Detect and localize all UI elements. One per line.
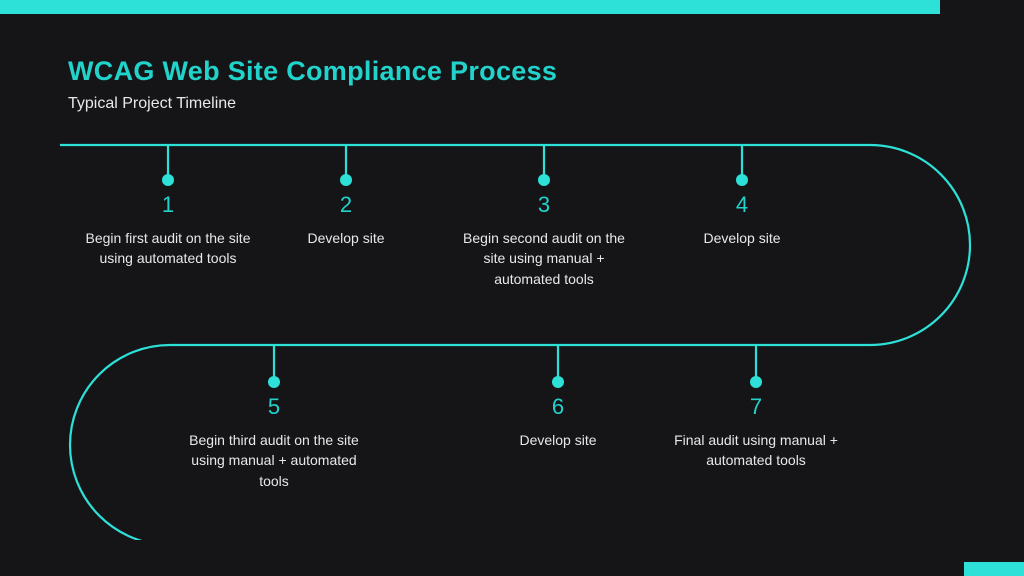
step-desc: Begin first audit on the site using auto… [78, 228, 258, 269]
step-number: 1 [78, 192, 258, 218]
step-desc: Begin third audit on the site using manu… [184, 430, 364, 491]
timeline-step-1: 1 Begin first audit on the site using au… [78, 192, 258, 269]
timeline-step-7: 7 Final audit using manual + automated t… [666, 394, 846, 471]
top-accent-bar [0, 0, 940, 14]
heading-block: WCAG Web Site Compliance Process Typical… [68, 56, 557, 113]
timeline-step-3: 3 Begin second audit on the site using m… [454, 192, 634, 289]
step-number: 2 [256, 192, 436, 218]
step-desc: Final audit using manual + automated too… [666, 430, 846, 471]
bottom-accent-bar [964, 562, 1024, 576]
step-number: 3 [454, 192, 634, 218]
step-number: 4 [652, 192, 832, 218]
step-number: 7 [666, 394, 846, 420]
timeline-step-4: 4 Develop site [652, 192, 832, 248]
step-desc: Develop site [256, 228, 436, 248]
page-title: WCAG Web Site Compliance Process [68, 56, 557, 87]
step-desc: Develop site [468, 430, 648, 450]
step-desc: Begin second audit on the site using man… [454, 228, 634, 289]
timeline-step-2: 2 Develop site [256, 192, 436, 248]
step-desc: Develop site [652, 228, 832, 248]
page-subtitle: Typical Project Timeline [68, 95, 557, 113]
timeline-step-5: 5 Begin third audit on the site using ma… [184, 394, 364, 491]
timeline-step-6: 6 Develop site [468, 394, 648, 450]
step-number: 6 [468, 394, 648, 420]
step-number: 5 [184, 394, 364, 420]
